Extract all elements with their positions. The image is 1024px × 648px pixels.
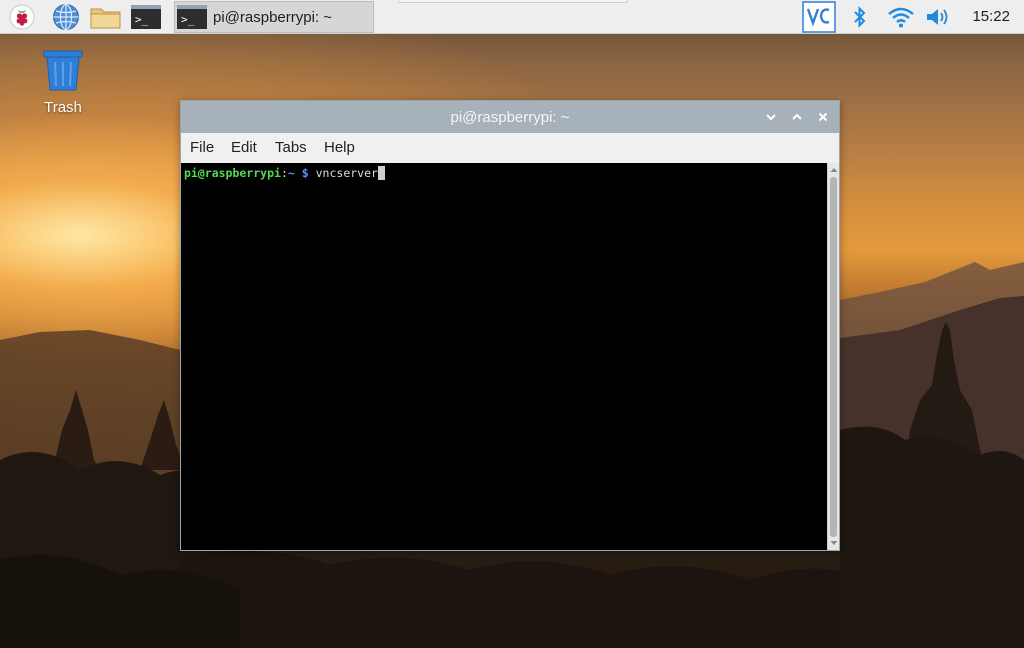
web-browser-button[interactable] (50, 2, 82, 32)
scroll-thumb[interactable] (830, 177, 837, 537)
vnc-icon (802, 1, 836, 33)
scroll-up-icon[interactable] (829, 165, 839, 175)
trash-icon (43, 50, 83, 91)
maximize-button[interactable] (789, 109, 805, 125)
raspberry-pi-icon (9, 4, 35, 30)
text-cursor (377, 166, 385, 180)
terminal-scrollbar[interactable] (827, 163, 839, 550)
trash-label: Trash (44, 99, 82, 116)
prompt-user: pi@raspberrypi (184, 166, 281, 180)
window-titlebar[interactable]: pi@raspberrypi: ~ (181, 101, 839, 133)
close-button[interactable] (815, 109, 831, 125)
chevron-down-icon (766, 114, 776, 121)
prompt-path: ~ (287, 166, 295, 180)
menu-help[interactable]: Help (324, 139, 355, 156)
prompt-separator: : (280, 166, 288, 180)
globe-icon (53, 3, 79, 31)
bluetooth-icon (854, 6, 866, 28)
prompt-line: pi@raspberrypi:~ $ vncserver (184, 166, 385, 180)
chevron-up-icon (792, 113, 802, 120)
volume-icon (927, 9, 948, 25)
terminal-output[interactable]: pi@raspberrypi:~ $ vncserver (181, 163, 827, 550)
file-manager-button[interactable] (88, 2, 124, 32)
menubar: File Edit Tabs Help (181, 133, 839, 163)
clock[interactable]: 15:22 (972, 8, 1010, 25)
popup-edge (398, 0, 628, 3)
task-label: pi@raspberrypi: ~ (213, 8, 333, 26)
vnc-tray-button[interactable] (800, 0, 838, 34)
terminal-window: pi@raspberrypi: ~ File Edit Tabs Help pi… (180, 100, 840, 551)
menu-edit[interactable]: Edit (231, 139, 257, 156)
trash-desktop-icon[interactable]: Trash (30, 48, 96, 116)
terminal-icon: >_ (131, 5, 161, 29)
task-terminal-window[interactable]: >_ pi@raspberrypi: ~ (174, 1, 374, 33)
window-title: pi@raspberrypi: ~ (450, 109, 570, 126)
command-text: vncserver (315, 166, 378, 180)
wifi-tray-button[interactable] (884, 2, 918, 32)
terminal-launcher-button[interactable]: >_ (128, 2, 164, 32)
minimize-button[interactable] (763, 109, 779, 125)
volume-tray-button[interactable] (922, 2, 954, 32)
terminal-icon: >_ (177, 5, 207, 29)
menu-button[interactable] (6, 2, 38, 32)
scroll-down-icon[interactable] (829, 538, 839, 548)
close-icon (818, 112, 828, 122)
taskbar: >_ >_ pi@raspberrypi: ~ 15:22 (0, 0, 1024, 34)
menu-tabs[interactable]: Tabs (275, 139, 307, 156)
folder-icon (90, 8, 121, 29)
wifi-icon (888, 7, 914, 28)
bluetooth-tray-button[interactable] (848, 2, 872, 32)
menu-file[interactable]: File (190, 139, 214, 156)
prompt-dollar: $ (301, 166, 309, 180)
